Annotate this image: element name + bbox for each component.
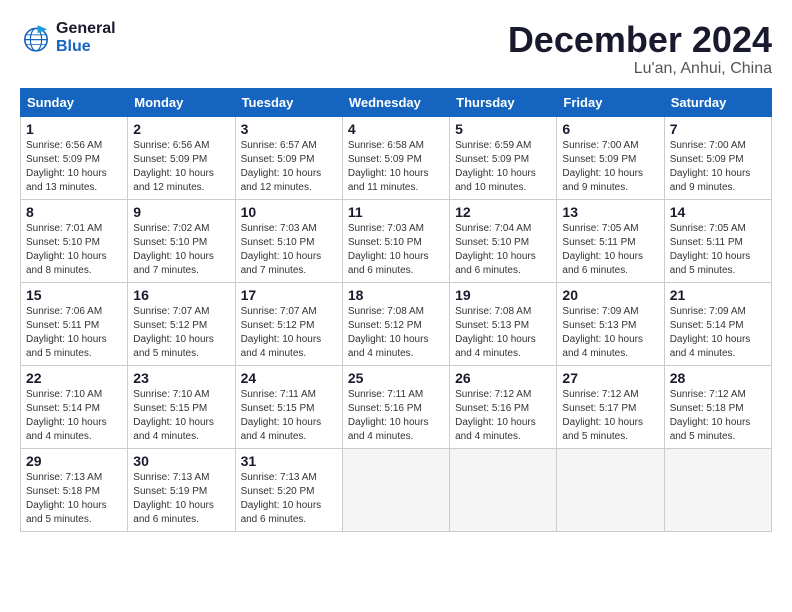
day-5: 5 Sunrise: 6:59 AMSunset: 5:09 PMDayligh… (450, 116, 557, 199)
logo-text: General Blue (56, 20, 116, 55)
month-title: December 2024 (508, 20, 772, 60)
page-header: General Blue December 2024 Lu'an, Anhui,… (20, 20, 772, 78)
title-block: December 2024 Lu'an, Anhui, China (508, 20, 772, 78)
logo: General Blue (20, 20, 116, 55)
day-10: 10 Sunrise: 7:03 AMSunset: 5:10 PMDaylig… (235, 199, 342, 282)
day-3: 3 Sunrise: 6:57 AMSunset: 5:09 PMDayligh… (235, 116, 342, 199)
calendar-table: Sunday Monday Tuesday Wednesday Thursday… (20, 88, 772, 532)
day-26: 26 Sunrise: 7:12 AMSunset: 5:16 PMDaylig… (450, 365, 557, 448)
day-25: 25 Sunrise: 7:11 AMSunset: 5:16 PMDaylig… (342, 365, 449, 448)
day-11: 11 Sunrise: 7:03 AMSunset: 5:10 PMDaylig… (342, 199, 449, 282)
day-17: 17 Sunrise: 7:07 AMSunset: 5:12 PMDaylig… (235, 282, 342, 365)
day-27: 27 Sunrise: 7:12 AMSunset: 5:17 PMDaylig… (557, 365, 664, 448)
day-22: 22 Sunrise: 7:10 AMSunset: 5:14 PMDaylig… (21, 365, 128, 448)
day-28: 28 Sunrise: 7:12 AMSunset: 5:18 PMDaylig… (664, 365, 771, 448)
header-tuesday: Tuesday (235, 88, 342, 116)
day-13: 13 Sunrise: 7:05 AMSunset: 5:11 PMDaylig… (557, 199, 664, 282)
week-row-1: 1 Sunrise: 6:56 AMSunset: 5:09 PMDayligh… (21, 116, 772, 199)
day-16: 16 Sunrise: 7:07 AMSunset: 5:12 PMDaylig… (128, 282, 235, 365)
day-6: 6 Sunrise: 7:00 AMSunset: 5:09 PMDayligh… (557, 116, 664, 199)
day-18: 18 Sunrise: 7:08 AMSunset: 5:12 PMDaylig… (342, 282, 449, 365)
week-row-5: 29 Sunrise: 7:13 AMSunset: 5:18 PMDaylig… (21, 448, 772, 531)
day-9: 9 Sunrise: 7:02 AMSunset: 5:10 PMDayligh… (128, 199, 235, 282)
weekday-header-row: Sunday Monday Tuesday Wednesday Thursday… (21, 88, 772, 116)
day-19: 19 Sunrise: 7:08 AMSunset: 5:13 PMDaylig… (450, 282, 557, 365)
logo-blue: Blue (56, 38, 116, 56)
empty-cell-1 (342, 448, 449, 531)
day-14: 14 Sunrise: 7:05 AMSunset: 5:11 PMDaylig… (664, 199, 771, 282)
header-saturday: Saturday (664, 88, 771, 116)
header-friday: Friday (557, 88, 664, 116)
empty-cell-3 (557, 448, 664, 531)
logo-icon (20, 22, 52, 54)
header-monday: Monday (128, 88, 235, 116)
day-20: 20 Sunrise: 7:09 AMSunset: 5:13 PMDaylig… (557, 282, 664, 365)
day-29: 29 Sunrise: 7:13 AMSunset: 5:18 PMDaylig… (21, 448, 128, 531)
day-2: 2 Sunrise: 6:56 AMSunset: 5:09 PMDayligh… (128, 116, 235, 199)
logo-general: General (56, 20, 116, 38)
header-wednesday: Wednesday (342, 88, 449, 116)
day-30: 30 Sunrise: 7:13 AMSunset: 5:19 PMDaylig… (128, 448, 235, 531)
location: Lu'an, Anhui, China (508, 60, 772, 78)
day-1: 1 Sunrise: 6:56 AMSunset: 5:09 PMDayligh… (21, 116, 128, 199)
day-4: 4 Sunrise: 6:58 AMSunset: 5:09 PMDayligh… (342, 116, 449, 199)
week-row-2: 8 Sunrise: 7:01 AMSunset: 5:10 PMDayligh… (21, 199, 772, 282)
empty-cell-2 (450, 448, 557, 531)
day-12: 12 Sunrise: 7:04 AMSunset: 5:10 PMDaylig… (450, 199, 557, 282)
day-7: 7 Sunrise: 7:00 AMSunset: 5:09 PMDayligh… (664, 116, 771, 199)
day-15: 15 Sunrise: 7:06 AMSunset: 5:11 PMDaylig… (21, 282, 128, 365)
day-21: 21 Sunrise: 7:09 AMSunset: 5:14 PMDaylig… (664, 282, 771, 365)
week-row-4: 22 Sunrise: 7:10 AMSunset: 5:14 PMDaylig… (21, 365, 772, 448)
day-23: 23 Sunrise: 7:10 AMSunset: 5:15 PMDaylig… (128, 365, 235, 448)
day-8: 8 Sunrise: 7:01 AMSunset: 5:10 PMDayligh… (21, 199, 128, 282)
header-thursday: Thursday (450, 88, 557, 116)
empty-cell-4 (664, 448, 771, 531)
day-31: 31 Sunrise: 7:13 AMSunset: 5:20 PMDaylig… (235, 448, 342, 531)
week-row-3: 15 Sunrise: 7:06 AMSunset: 5:11 PMDaylig… (21, 282, 772, 365)
day-24: 24 Sunrise: 7:11 AMSunset: 5:15 PMDaylig… (235, 365, 342, 448)
header-sunday: Sunday (21, 88, 128, 116)
